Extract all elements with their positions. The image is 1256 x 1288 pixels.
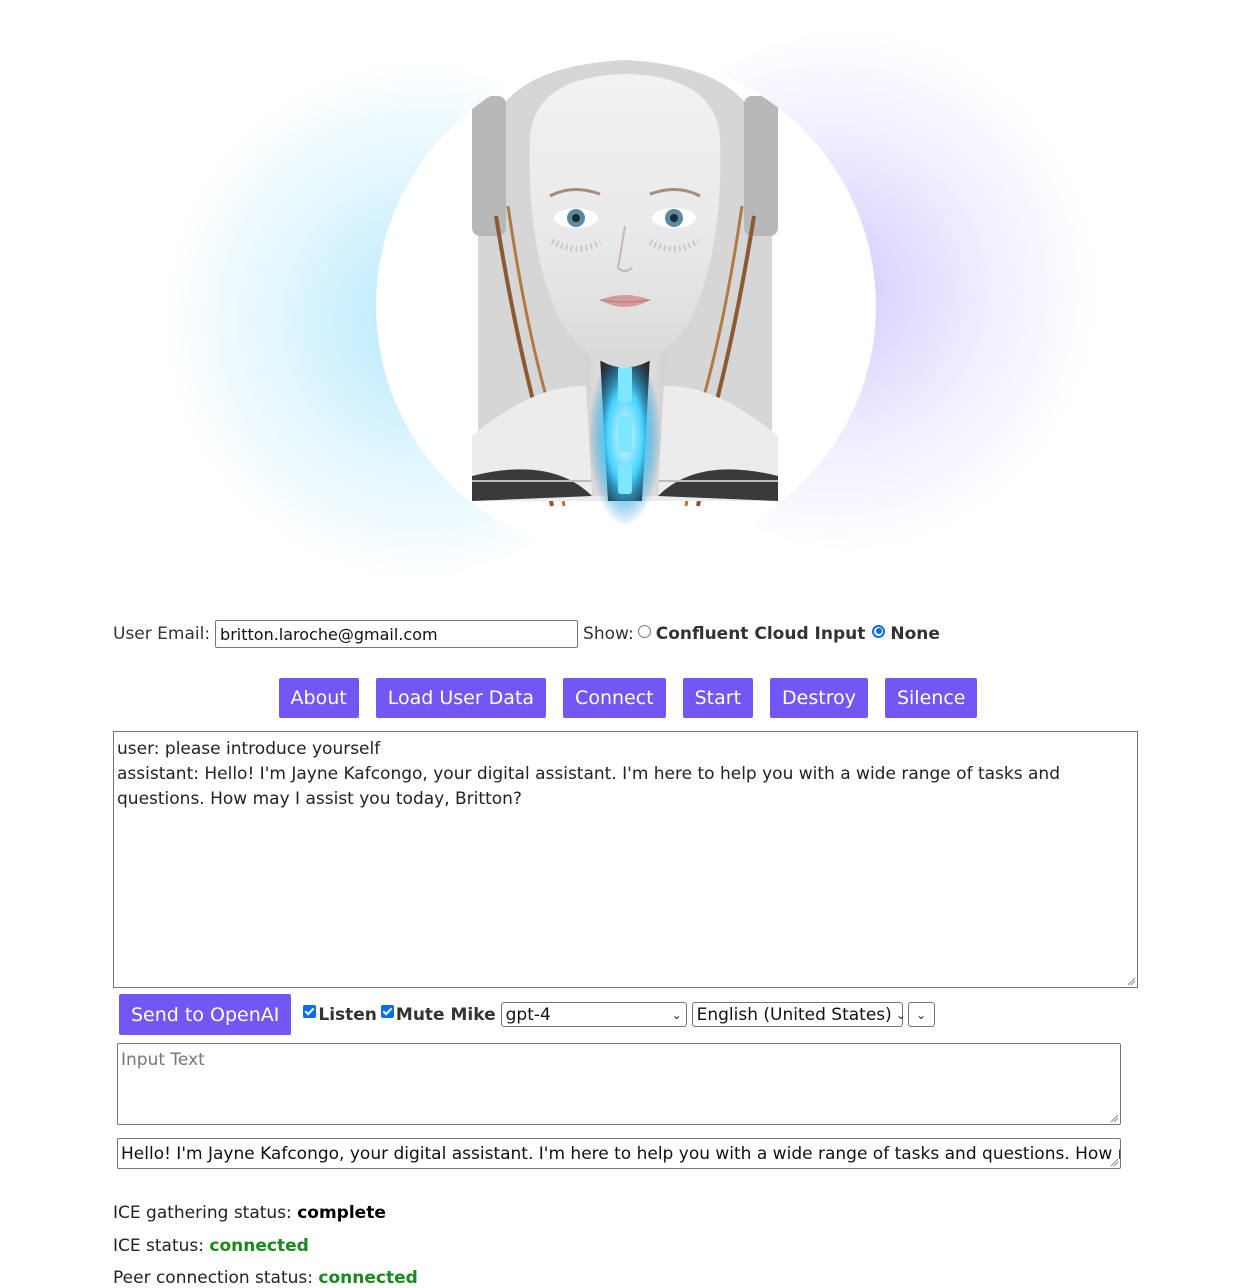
show-label: Show: — [583, 624, 634, 644]
about-button[interactable]: About — [278, 678, 359, 718]
language-select[interactable]: English (United States) ⌄ — [691, 1002, 906, 1027]
mute-mike-label[interactable]: Mute Mike — [396, 1005, 496, 1025]
resize-handle-icon[interactable] — [1110, 1158, 1119, 1167]
resize-handle-icon[interactable] — [1110, 1114, 1119, 1123]
robot-avatar-image — [472, 60, 778, 526]
load-user-data-button[interactable]: Load User Data — [375, 678, 547, 718]
confluent-cloud-input-radio[interactable] — [637, 624, 651, 638]
speak-text-textarea[interactable]: Hello! I'm Jayne Kafcongo, your digital … — [117, 1138, 1121, 1169]
resize-handle-icon[interactable] — [1127, 977, 1136, 986]
model-select-value: gpt-4 — [505, 1004, 551, 1025]
chevron-down-icon: ⌄ — [671, 1007, 682, 1022]
user-settings-row: User Email: Show: Confluent Cloud Input … — [113, 618, 943, 650]
send-to-openai-button[interactable]: Send to OpenAI — [119, 994, 292, 1035]
chevron-down-icon: ⌄ — [895, 1007, 906, 1022]
mute-mike-checkbox[interactable] — [380, 1005, 394, 1018]
none-radio[interactable] — [872, 624, 886, 638]
ice-status-label: ICE status: — [113, 1236, 204, 1256]
listen-checkbox[interactable] — [303, 1005, 317, 1018]
ice-gathering-status-label: ICE gathering status: — [113, 1203, 292, 1223]
peer-connection-status-value: connected — [318, 1268, 418, 1288]
voice-select[interactable]: ⌄ — [907, 1002, 935, 1027]
chat-history-textarea[interactable]: user: please introduce yourself assistan… — [113, 731, 1138, 988]
language-select-value: English (United States) — [696, 1004, 892, 1025]
listen-label[interactable]: Listen — [318, 1005, 377, 1025]
start-button[interactable]: Start — [682, 678, 754, 718]
chat-line-assistant: assistant: Hello! I'm Jayne Kafcongo, yo… — [117, 764, 1060, 809]
peer-connection-status-label: Peer connection status: — [113, 1268, 313, 1288]
confluent-cloud-input-label[interactable]: Confluent Cloud Input — [656, 624, 866, 644]
ice-gathering-status: ICE gathering status: complete — [113, 1203, 386, 1223]
avatar — [376, 56, 876, 556]
input-text-textarea[interactable]: Input Text — [117, 1043, 1121, 1125]
chat-line-user: user: please introduce yourself — [117, 739, 381, 759]
destroy-button[interactable]: Destroy — [770, 678, 868, 718]
chevron-down-icon: ⌄ — [916, 1007, 927, 1022]
input-text-placeholder: Input Text — [121, 1050, 205, 1070]
silence-button[interactable]: Silence — [884, 678, 978, 718]
user-email-input[interactable] — [215, 620, 579, 648]
peer-connection-status: Peer connection status: connected — [113, 1268, 418, 1288]
ice-status-value: connected — [209, 1236, 309, 1256]
chat-controls-row: Send to OpenAI Listen Mute Mike gpt-4 ⌄ … — [119, 994, 935, 1035]
connect-button[interactable]: Connect — [563, 678, 666, 718]
ice-status: ICE status: connected — [113, 1236, 309, 1256]
speak-text-value: Hello! I'm Jayne Kafcongo, your digital … — [121, 1144, 1121, 1164]
user-email-label: User Email: — [113, 624, 211, 644]
none-label[interactable]: None — [890, 624, 940, 644]
model-select[interactable]: gpt-4 ⌄ — [500, 1002, 687, 1027]
action-toolbar: About Load User Data Connect Start Destr… — [0, 678, 1256, 718]
ice-gathering-status-value: complete — [297, 1203, 386, 1223]
